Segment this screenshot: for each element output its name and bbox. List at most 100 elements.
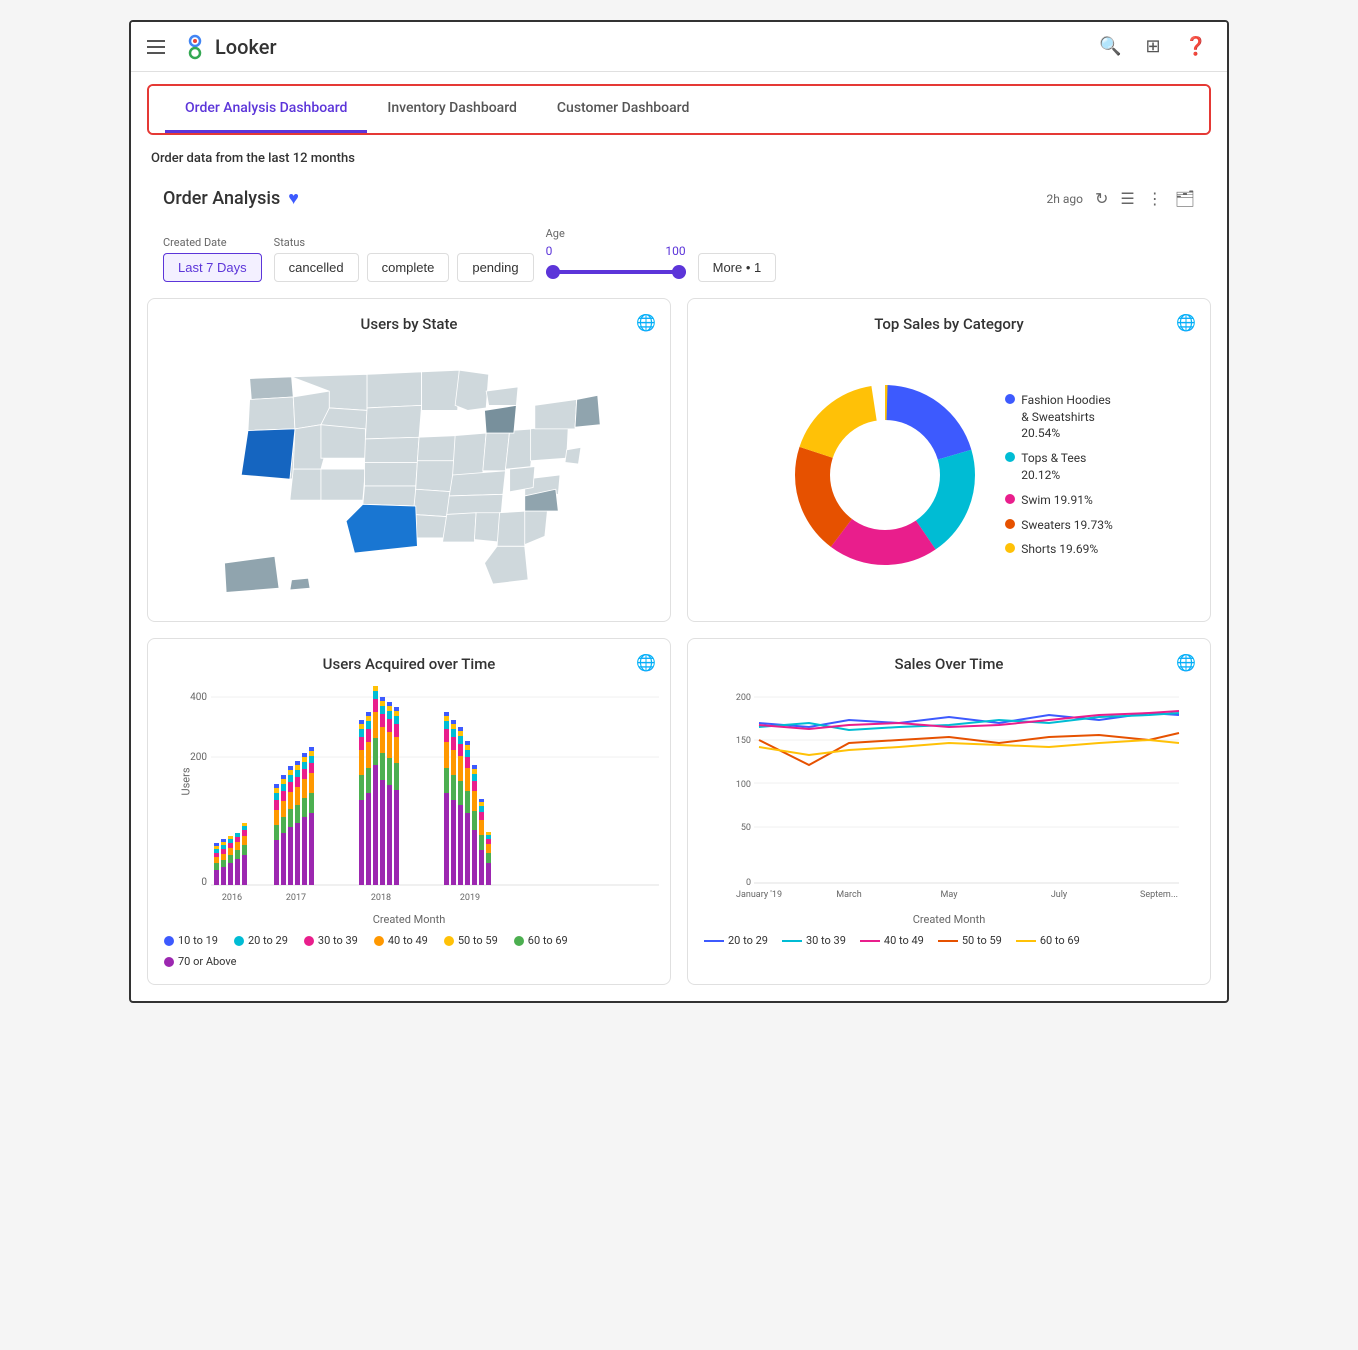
donut-container: Fashion Hoodies& Sweatshirts20.54% Tops … [704,345,1194,605]
svg-text:July: July [1051,890,1068,900]
search-button[interactable]: 🔍 [1095,32,1125,61]
map-container [164,345,654,605]
hamburger-menu[interactable] [147,40,165,54]
dot-20-29 [234,936,244,946]
tab-inventory[interactable]: Inventory Dashboard [367,86,537,133]
svg-text:100: 100 [736,780,751,790]
line-x-label: Created Month [704,913,1194,926]
bar-chart-svg: 400 200 0 [184,685,674,905]
users-y-label: Users [180,767,193,795]
range-slider[interactable] [546,262,686,282]
legend-50-59: 50 to 59 [444,934,498,947]
line-label-60-69: 60 to 69 [1040,934,1080,947]
charts-grid: Users by State 🌐 [147,298,1211,985]
svg-text:2018: 2018 [371,893,391,903]
label-10-19: 10 to 19 [178,934,218,947]
legend-text-shorts: Shorts 19.69% [1021,541,1098,558]
line-30-39 [782,940,802,942]
legend-20-29: 20 to 29 [234,934,288,947]
help-button[interactable]: ❓ [1181,32,1211,61]
app-name: Looker [215,35,277,59]
legend-tops-tees: Tops & Tees20.12% [1005,450,1113,484]
bar-chart-legend: 10 to 19 20 to 29 30 to 39 40 to 49 [164,934,654,968]
range-track [546,270,686,274]
status-pending[interactable]: pending [457,253,533,282]
line-label-20-29: 20 to 29 [728,934,768,947]
status-label: Status [274,236,534,249]
label-30-39: 30 to 39 [318,934,358,947]
legend-60-69: 60 to 69 [514,934,568,947]
status-buttons: cancelled complete pending [274,253,534,282]
dashboard: Order Analysis ♥ 2h ago ↻ ☰ ⋮ 🗂 Created … [131,178,1227,1001]
status-filter: Status cancelled complete pending [274,236,534,282]
folder-button[interactable]: 🗂 [1175,189,1195,209]
dot-70-above [164,957,174,967]
dot-10-19 [164,936,174,946]
filters-row: Created Date Last 7 Days Status cancelle… [147,219,1211,298]
globe-icon-map: 🌐 [636,313,656,332]
legend-40-49: 40 to 49 [374,934,428,947]
line-20-29 [704,940,724,942]
more-filters-button[interactable]: More • 1 [698,253,777,282]
grid-button[interactable]: ⊞ [1141,32,1164,61]
heart-icon[interactable]: ♥ [288,188,299,209]
svg-text:50: 50 [741,823,751,833]
dashboard-title-text: Order Analysis [163,188,280,209]
page-subtitle: Order data from the last 12 months [131,147,1227,178]
refresh-button[interactable]: ↻ [1095,189,1108,209]
range-thumb-right[interactable] [672,265,686,279]
created-date-label: Created Date [163,236,262,249]
line-60-69 [1016,940,1036,942]
status-complete[interactable]: complete [367,253,450,282]
legend-text-hoodies: Fashion Hoodies& Sweatshirts20.54% [1021,392,1111,442]
legend-sweaters: Sweaters 19.73% [1005,517,1113,534]
svg-text:0: 0 [201,877,207,888]
status-cancelled[interactable]: cancelled [274,253,359,282]
line-label-30-39: 30 to 39 [806,934,846,947]
legend-30-39: 30 to 39 [304,934,358,947]
app-logo: Looker [181,33,277,61]
dashboard-actions: 2h ago ↻ ☰ ⋮ 🗂 [1046,189,1195,209]
dot-60-69 [514,936,524,946]
filter-button[interactable]: ☰ [1120,189,1134,209]
donut-legend: Fashion Hoodies& Sweatshirts20.54% Tops … [1005,392,1113,558]
bar-chart-wrapper: Users 400 200 0 [164,685,654,909]
svg-text:January '19: January '19 [736,890,782,900]
tab-order-analysis[interactable]: Order Analysis Dashboard [165,86,367,133]
tab-customer[interactable]: Customer Dashboard [537,86,709,133]
bar-x-label: Created Month [164,913,654,926]
legend-70-above: 70 or Above [164,955,236,968]
line-chart-wrapper: 200 150 100 50 0 January '19 March [704,685,1194,909]
label-70-above: 70 or Above [178,955,236,968]
line-legend-20-29: 20 to 29 [704,934,768,947]
range-values: 0 100 [546,244,686,258]
dashboard-title: Order Analysis ♥ [163,188,299,209]
created-date-button[interactable]: Last 7 Days [163,253,262,282]
label-20-29: 20 to 29 [248,934,288,947]
legend-text-swim: Swim 19.91% [1021,492,1093,509]
line-50-59 [938,940,958,942]
svg-text:150: 150 [736,736,751,746]
timestamp: 2h ago [1046,192,1082,206]
range-thumb-left[interactable] [546,265,560,279]
age-label: Age [546,227,686,240]
legend-10-19: 10 to 19 [164,934,218,947]
top-sales-card: Top Sales by Category 🌐 [687,298,1211,622]
more-options-button[interactable]: ⋮ [1147,189,1163,209]
range-min: 0 [546,244,553,258]
tab-bar-wrapper: Order Analysis Dashboard Inventory Dashb… [147,84,1211,135]
line-legend-50-59: 50 to 59 [938,934,1002,947]
top-bar-right: 🔍 ⊞ ❓ [1095,32,1211,61]
tab-bar: Order Analysis Dashboard Inventory Dashb… [149,86,1209,133]
legend-dot-hoodies [1005,394,1015,404]
top-bar: Looker 🔍 ⊞ ❓ [131,22,1227,72]
created-date-filter: Created Date Last 7 Days [163,236,262,282]
svg-text:200: 200 [190,752,207,763]
globe-icon-sales-time: 🌐 [1176,653,1196,672]
top-sales-title: Top Sales by Category [704,315,1194,333]
line-40-49 [860,940,880,942]
sales-over-time-title: Sales Over Time [704,655,1194,673]
legend-shorts: Shorts 19.69% [1005,541,1113,558]
svg-text:2016: 2016 [222,893,242,903]
svg-text:400: 400 [190,692,207,703]
